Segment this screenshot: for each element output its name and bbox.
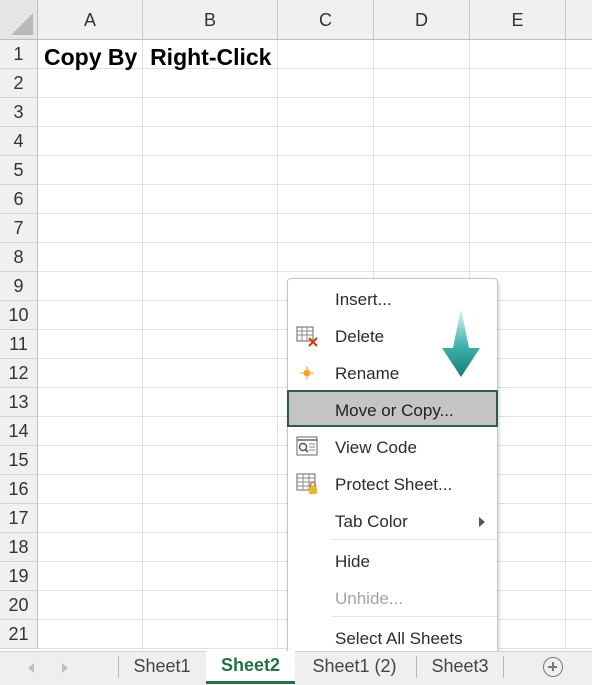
menu-item-label: Protect Sheet... (335, 475, 453, 494)
menu-item-view-code[interactable]: View Code (288, 429, 497, 466)
row-header[interactable]: 14 (0, 417, 38, 446)
menu-item-tab-color[interactable]: Tab Color (288, 503, 497, 540)
row-header[interactable]: 13 (0, 388, 38, 417)
row-header[interactable]: 12 (0, 359, 38, 388)
menu-separator (332, 539, 497, 540)
rename-icon (301, 367, 313, 379)
add-sheet-icon[interactable] (543, 657, 563, 677)
menu-item-move-or-copy[interactable]: Move or Copy... (287, 390, 498, 427)
row-header[interactable]: 9 (0, 272, 38, 301)
row-header[interactable]: 7 (0, 214, 38, 243)
column-headers: A B C D E (0, 0, 592, 40)
scroll-tabs-left-icon[interactable] (28, 663, 34, 673)
menu-item-label: Tab Color (335, 512, 408, 531)
row-header[interactable]: 5 (0, 156, 38, 185)
row-gridline (38, 242, 592, 243)
row-gridline (38, 213, 592, 214)
delete-sheet-icon (296, 326, 318, 347)
tab-divider (503, 656, 504, 678)
menu-item-hide[interactable]: Hide (288, 543, 497, 580)
column-gridline (142, 40, 143, 651)
row-gridline (38, 97, 592, 98)
row-header[interactable]: 2 (0, 69, 38, 98)
down-arrow-icon (442, 308, 480, 377)
scroll-tabs-right-icon[interactable] (62, 663, 68, 673)
select-all-corner[interactable] (0, 0, 38, 40)
row-header[interactable]: 3 (0, 98, 38, 127)
row-gridline (38, 155, 592, 156)
menu-item-unhide: Unhide... (288, 580, 497, 617)
column-header-e[interactable]: E (470, 0, 566, 40)
column-header-a[interactable]: A (38, 0, 143, 40)
cell-a1[interactable]: Copy By Right-Click (44, 44, 271, 71)
column-gridline (565, 40, 566, 651)
menu-item-label: Insert... (335, 290, 392, 309)
menu-item-label: Move or Copy... (335, 401, 454, 420)
menu-item-label: Hide (335, 552, 370, 571)
row-gridline (38, 184, 592, 185)
menu-item-label: Unhide... (335, 589, 404, 608)
row-header[interactable]: 6 (0, 185, 38, 214)
row-header[interactable]: 18 (0, 533, 38, 562)
select-all-triangle-icon (11, 13, 33, 35)
row-header[interactable]: 16 (0, 475, 38, 504)
column-header-f[interactable] (566, 0, 592, 40)
submenu-arrow-icon (479, 517, 485, 527)
tab-sheet1[interactable]: Sheet1 (119, 652, 205, 683)
row-header[interactable]: 17 (0, 504, 38, 533)
tab-sheet2[interactable]: Sheet2 (206, 651, 295, 684)
row-gridline (38, 126, 592, 127)
row-header[interactable]: 15 (0, 446, 38, 475)
row-gridline (38, 271, 592, 272)
row-header[interactable]: 19 (0, 562, 38, 591)
row-header[interactable]: 20 (0, 591, 38, 620)
row-header[interactable]: 4 (0, 127, 38, 156)
view-code-icon (296, 436, 318, 456)
protect-sheet-icon (296, 473, 317, 494)
sheet-tab-bar: Sheet1 Sheet2 Sheet1 (2) Sheet3 (0, 651, 592, 685)
row-header[interactable]: 8 (0, 243, 38, 272)
column-header-d[interactable]: D (374, 0, 470, 40)
menu-item-protect-sheet[interactable]: Protect Sheet... (288, 466, 497, 503)
menu-item-label: View Code (335, 438, 417, 457)
tab-sheet1-2[interactable]: Sheet1 (2) (296, 652, 413, 683)
column-header-c[interactable]: C (278, 0, 374, 40)
row-header[interactable]: 21 (0, 620, 38, 649)
menu-separator (332, 616, 497, 617)
column-gridline (277, 40, 278, 651)
menu-item-label: Delete (335, 327, 385, 346)
column-header-b[interactable]: B (143, 0, 278, 40)
tab-sheet3[interactable]: Sheet3 (417, 652, 503, 683)
row-header[interactable]: 1 (0, 40, 38, 69)
row-header[interactable]: 10 (0, 301, 38, 330)
row-header[interactable]: 11 (0, 330, 38, 359)
menu-item-label: Rename (335, 364, 400, 383)
